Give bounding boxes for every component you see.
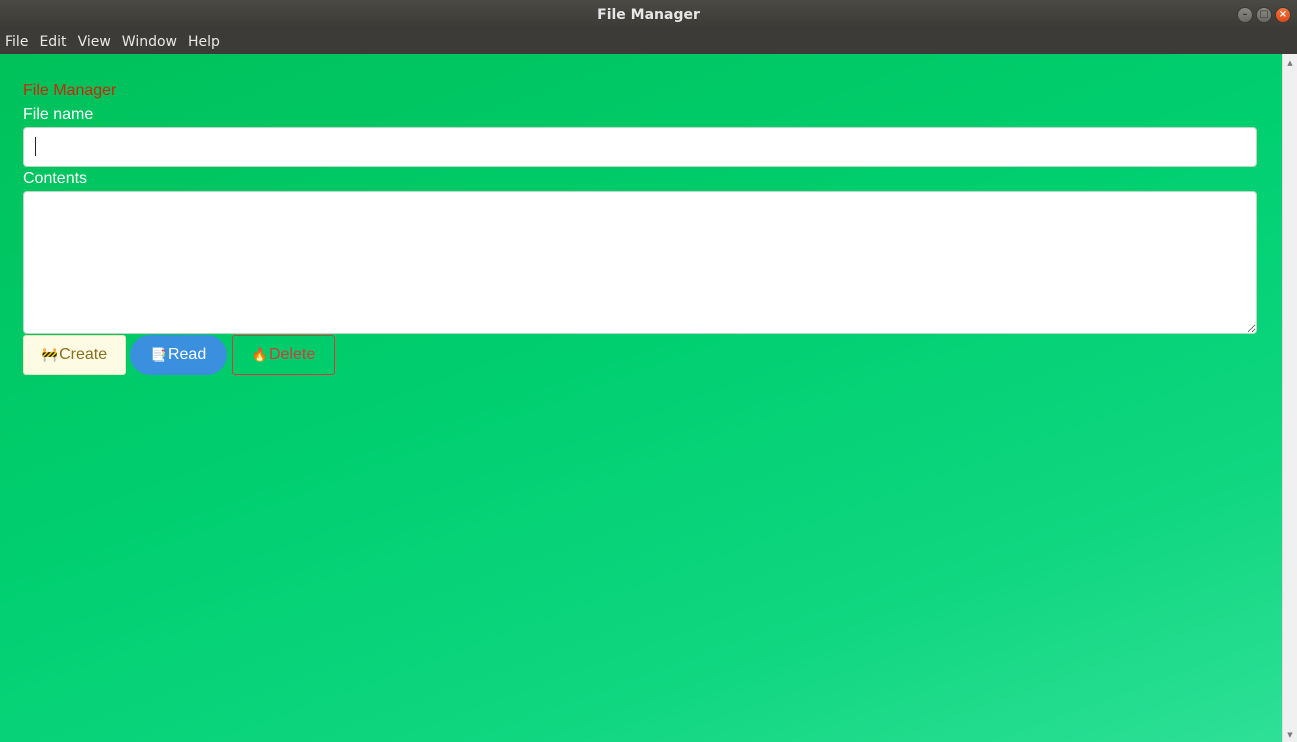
fire-icon: 🔥 (251, 347, 268, 362)
page-title: File Manager (23, 82, 117, 99)
scroll-down-icon[interactable]: ▼ (1283, 728, 1297, 742)
maximize-button[interactable]: □ (1256, 7, 1272, 23)
menu-view[interactable]: View (73, 34, 117, 50)
menu-bar: File Edit View Window Help (0, 30, 1297, 54)
delete-button[interactable]: 🔥 Delete (232, 335, 335, 375)
maximize-icon: □ (1259, 9, 1269, 20)
menu-window[interactable]: Window (117, 34, 183, 50)
vertical-scrollbar[interactable]: ▲ ▼ (1282, 54, 1297, 742)
close-button[interactable]: × (1275, 7, 1291, 23)
document-icon: 📑 (150, 347, 167, 362)
create-button-label: Create (59, 346, 108, 363)
minimize-button[interactable]: – (1237, 7, 1253, 23)
menu-edit[interactable]: Edit (34, 34, 72, 50)
delete-button-label: Delete (268, 346, 316, 363)
contents-textarea[interactable] (23, 191, 1257, 334)
text-caret (35, 137, 36, 156)
read-button[interactable]: 📑 Read (130, 335, 227, 375)
create-button[interactable]: 🚧 Create (23, 335, 126, 375)
menu-help[interactable]: Help (183, 34, 226, 50)
window-controls: – □ × (1237, 7, 1291, 23)
construction-icon: 🚧 (41, 347, 59, 362)
window-title: File Manager (597, 7, 700, 23)
minimize-icon: – (1242, 9, 1248, 20)
filename-input[interactable] (23, 127, 1257, 167)
close-icon: × (1278, 9, 1288, 20)
contents-label: Contents (23, 170, 88, 187)
app-window: File Manager – □ × File Edit View Window… (0, 0, 1297, 742)
read-button-label: Read (167, 346, 207, 363)
scroll-up-icon[interactable]: ▲ (1283, 56, 1297, 70)
menu-file[interactable]: File (0, 34, 34, 50)
title-bar[interactable]: File Manager – □ × (0, 0, 1297, 30)
filename-label: File name (23, 106, 94, 123)
